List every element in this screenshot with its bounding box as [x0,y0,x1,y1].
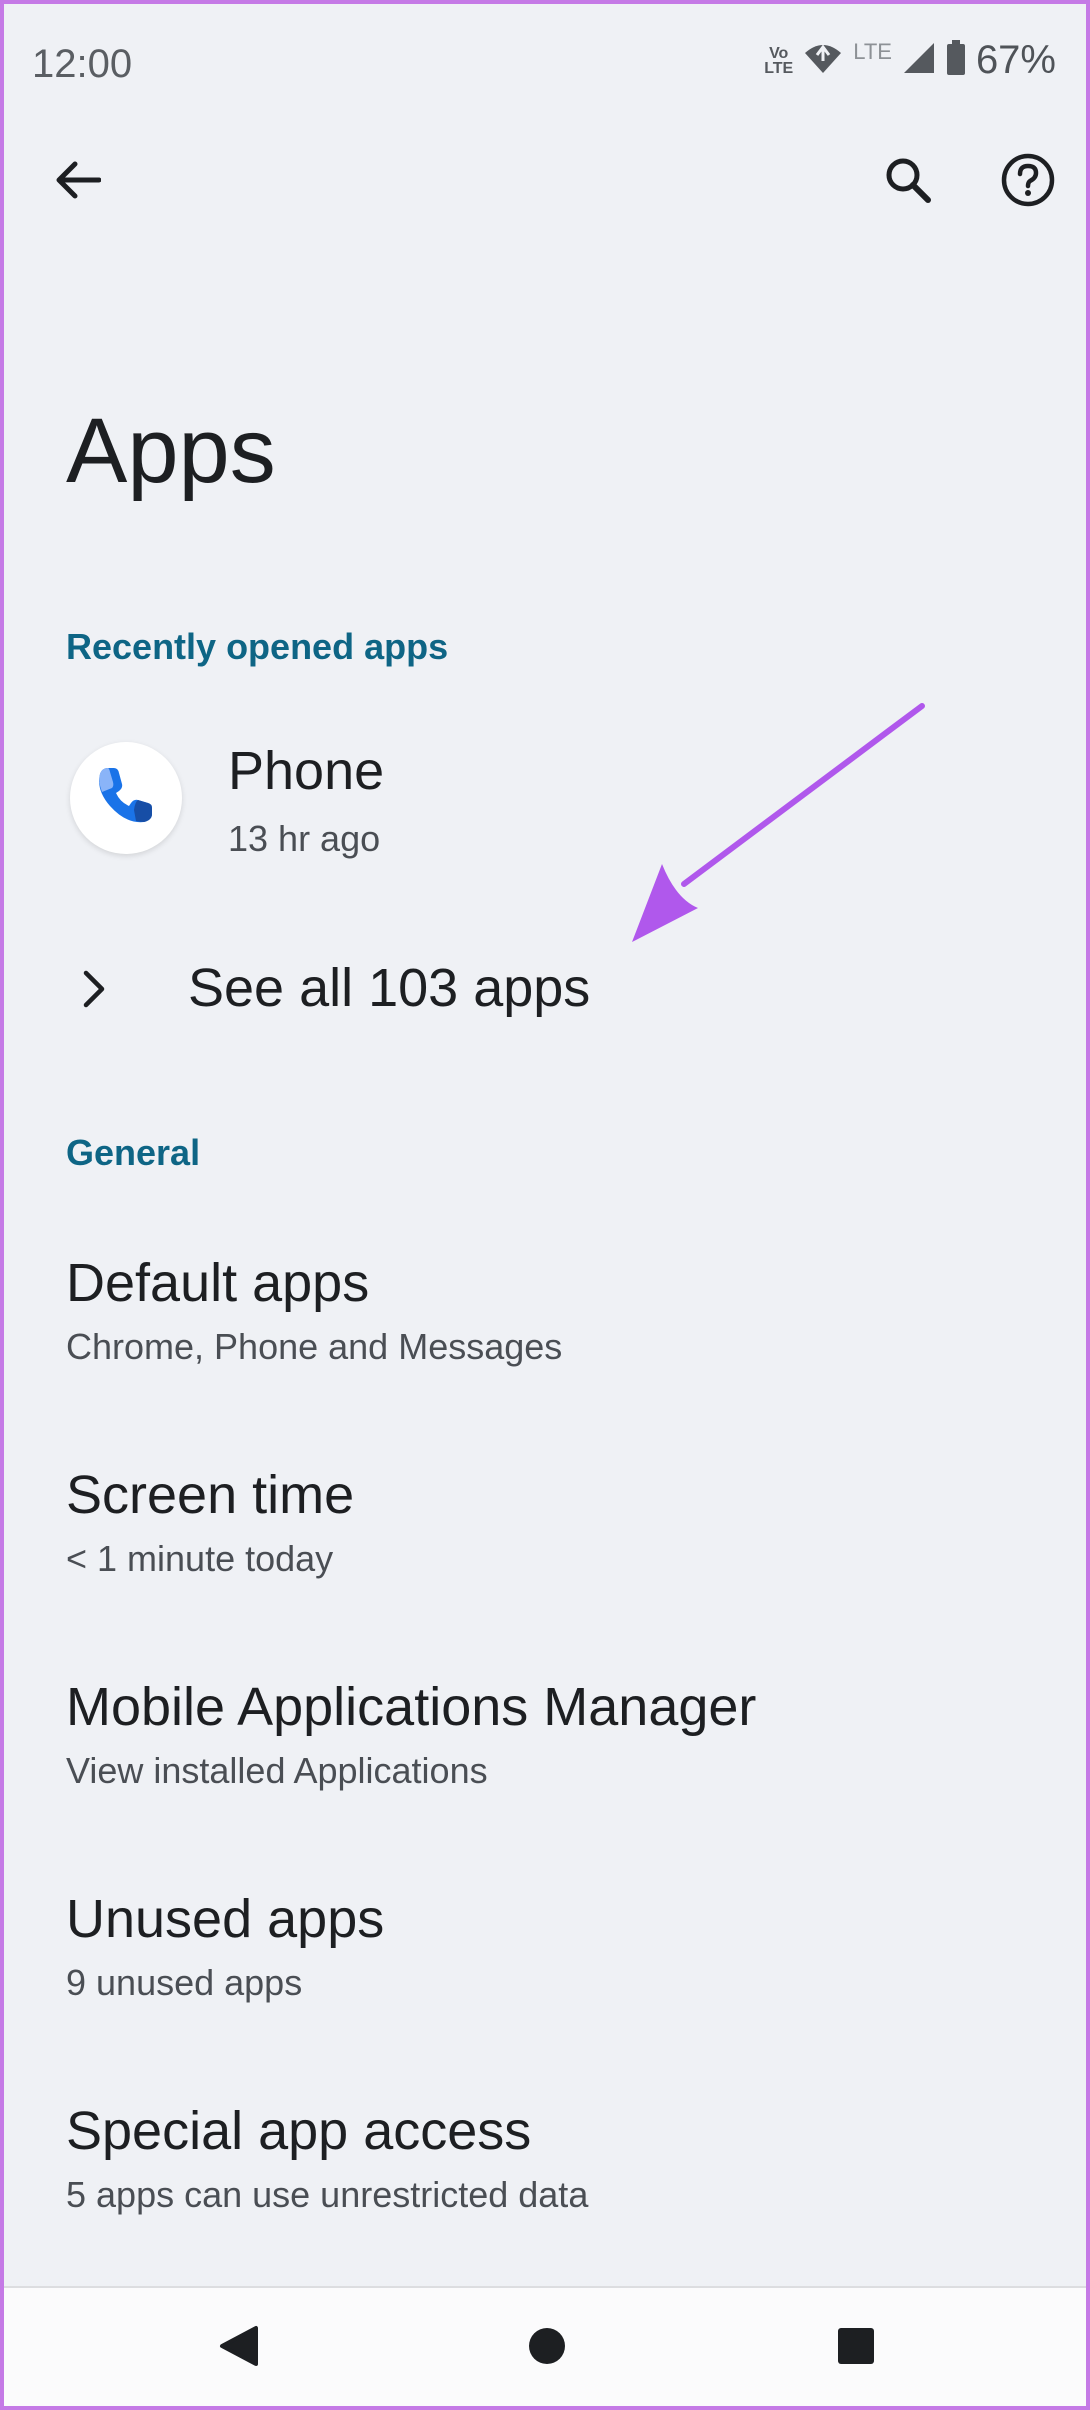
chevron-right-icon [82,969,106,1014]
help-button[interactable] [988,142,1068,222]
volte-indicator: Vo LTE [764,44,794,77]
list-item-title: Default apps [66,1253,370,1313]
list-item-title: Mobile Applications Manager [66,1677,757,1737]
list-item-unused-apps[interactable]: Unused apps 9 unused apps [4,1870,1086,2080]
search-button[interactable] [868,142,948,222]
lte-label: LTE [853,38,892,64]
page-title: Apps [66,400,276,502]
list-item-subtitle: 9 unused apps [66,1962,303,2003]
nav-back-button[interactable] [200,2310,276,2386]
navigation-bar [4,2286,1086,2406]
app-name: Phone [228,741,385,801]
status-time: 12:00 [32,42,133,86]
app-icon [70,742,182,854]
list-item-mobile-applications-manager[interactable]: Mobile Applications Manager View install… [4,1658,1086,1868]
list-item-title: Screen time [66,1465,355,1525]
signal-icon [902,41,936,80]
arrow-left-icon [55,160,102,205]
battery-percent: 67% [975,38,1056,82]
circle-home-icon [527,2326,567,2371]
wifi-icon [803,41,843,80]
list-item-subtitle: < 1 minute today [66,1538,334,1579]
status-icons: Vo LTE LTE 67% [764,38,1056,83]
list-item-title: Special app access [66,2101,532,2161]
app-last-used: 13 hr ago [228,818,381,859]
help-icon [1001,153,1055,212]
list-item-subtitle: Chrome, Phone and Messages [66,1326,563,1367]
section-header-general: General [66,1132,201,1173]
search-icon [884,156,932,209]
battery-icon [946,40,966,81]
phone-icon [94,764,158,833]
list-item-subtitle: 5 apps can use unrestricted data [66,2174,589,2215]
list-item-special-app-access[interactable]: Special app access 5 apps can use unrest… [4,2082,1086,2292]
see-all-apps-label: See all 103 apps [188,958,591,1018]
list-item-subtitle: View installed Applications [66,1750,488,1791]
settings-screen: 12:00 Vo LTE LTE 67% Apps Recently opene… [4,4,1086,2406]
back-button[interactable] [38,142,118,222]
square-recents-icon [836,2326,876,2371]
nav-recents-button[interactable] [818,2310,894,2386]
nav-home-button[interactable] [509,2310,585,2386]
list-item-title: Unused apps [66,1889,385,1949]
annotation-arrow-icon [632,703,925,942]
list-item-default-apps[interactable]: Default apps Chrome, Phone and Messages [4,1234,1086,1444]
triangle-back-icon [218,2324,258,2373]
list-item-screen-time[interactable]: Screen time < 1 minute today [4,1446,1086,1656]
section-header-recent: Recently opened apps [66,626,449,667]
